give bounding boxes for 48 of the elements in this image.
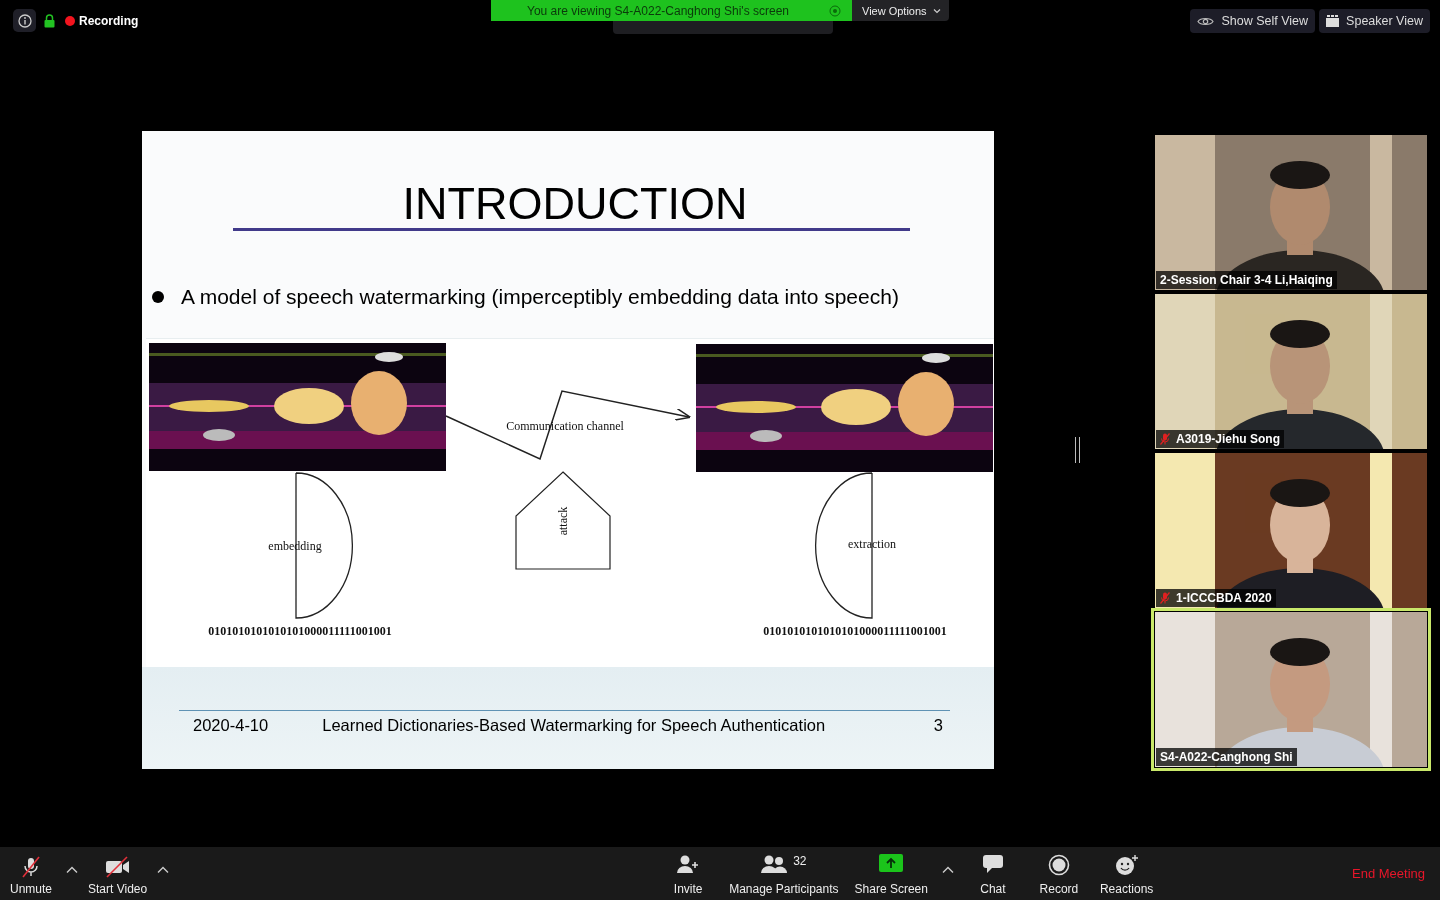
info-button[interactable] (13, 9, 36, 32)
share-button[interactable]: Share Screen (848, 847, 934, 900)
caret-icon (66, 865, 78, 874)
record-icon (1047, 854, 1070, 876)
add-person-icon (676, 854, 701, 874)
participant-count: 32 (793, 854, 807, 868)
resize-handle[interactable] (1075, 437, 1080, 463)
slide-number: 3 (933, 716, 943, 735)
info-icon (17, 13, 32, 28)
smiley-icon (1114, 854, 1139, 876)
reactions-button[interactable]: Reactions (1093, 847, 1160, 900)
video-off-icon (104, 856, 131, 878)
share-screen-icon (879, 854, 904, 872)
slide-title: INTRODUCTION (401, 181, 749, 227)
participant-name: 2-Session Chair 3-4 Li,Haiqing (1160, 273, 1333, 287)
record-button[interactable]: Record (1027, 847, 1090, 900)
chat-button[interactable]: Chat (961, 847, 1024, 900)
stop-icon[interactable] (829, 4, 841, 17)
end-meeting-button[interactable]: End Meeting (1346, 847, 1431, 900)
sharing-banner: You are viewing S4-A022-Canghong Shi's screen (491, 0, 852, 21)
recording-dot (65, 15, 75, 26)
slide-footer-title: Learned Dictionaries-Based Watermarking for Speech Authentication (322, 716, 826, 735)
participants-button[interactable]: 32 Manage Participants (723, 847, 845, 900)
speaker-view-button[interactable]: Speaker View (1319, 9, 1430, 33)
lock-icon[interactable] (44, 13, 55, 28)
slide-date: 2020-4-10 (193, 716, 269, 735)
participant-name: A3019-Jiehu Song (1176, 432, 1281, 446)
people-icon (761, 854, 788, 874)
bullet-text: A model of speech watermarking (imperceptibly embedding data into speech) (181, 285, 899, 309)
bit-sequence: 0101010101010101000011111001001 (208, 623, 392, 639)
recording-label: Recording (79, 13, 139, 28)
participant-name: S4-A022-Canghong Shi (1160, 750, 1293, 764)
invite-button[interactable]: Invite (657, 847, 720, 900)
self-view-button[interactable]: Show Self View (1190, 9, 1316, 33)
eye-icon (1197, 15, 1215, 27)
muted-mic-icon (20, 856, 42, 878)
participant-name: 1-ICCCBDA 2020 (1176, 591, 1272, 605)
bullet-icon (152, 291, 164, 303)
grid-icon (1326, 15, 1340, 27)
start-video-button[interactable]: Start Video (82, 847, 154, 900)
caret-icon (941, 865, 954, 874)
chat-icon (981, 854, 1004, 874)
unmute-button[interactable]: Unmute (0, 847, 62, 900)
bit-sequence: 0101010101010101000011111001001 (763, 623, 947, 639)
view-options-button[interactable]: View Options (852, 0, 949, 21)
caret-icon (157, 865, 170, 874)
caret-icon (932, 7, 941, 14)
attack-label: attack (555, 506, 571, 536)
